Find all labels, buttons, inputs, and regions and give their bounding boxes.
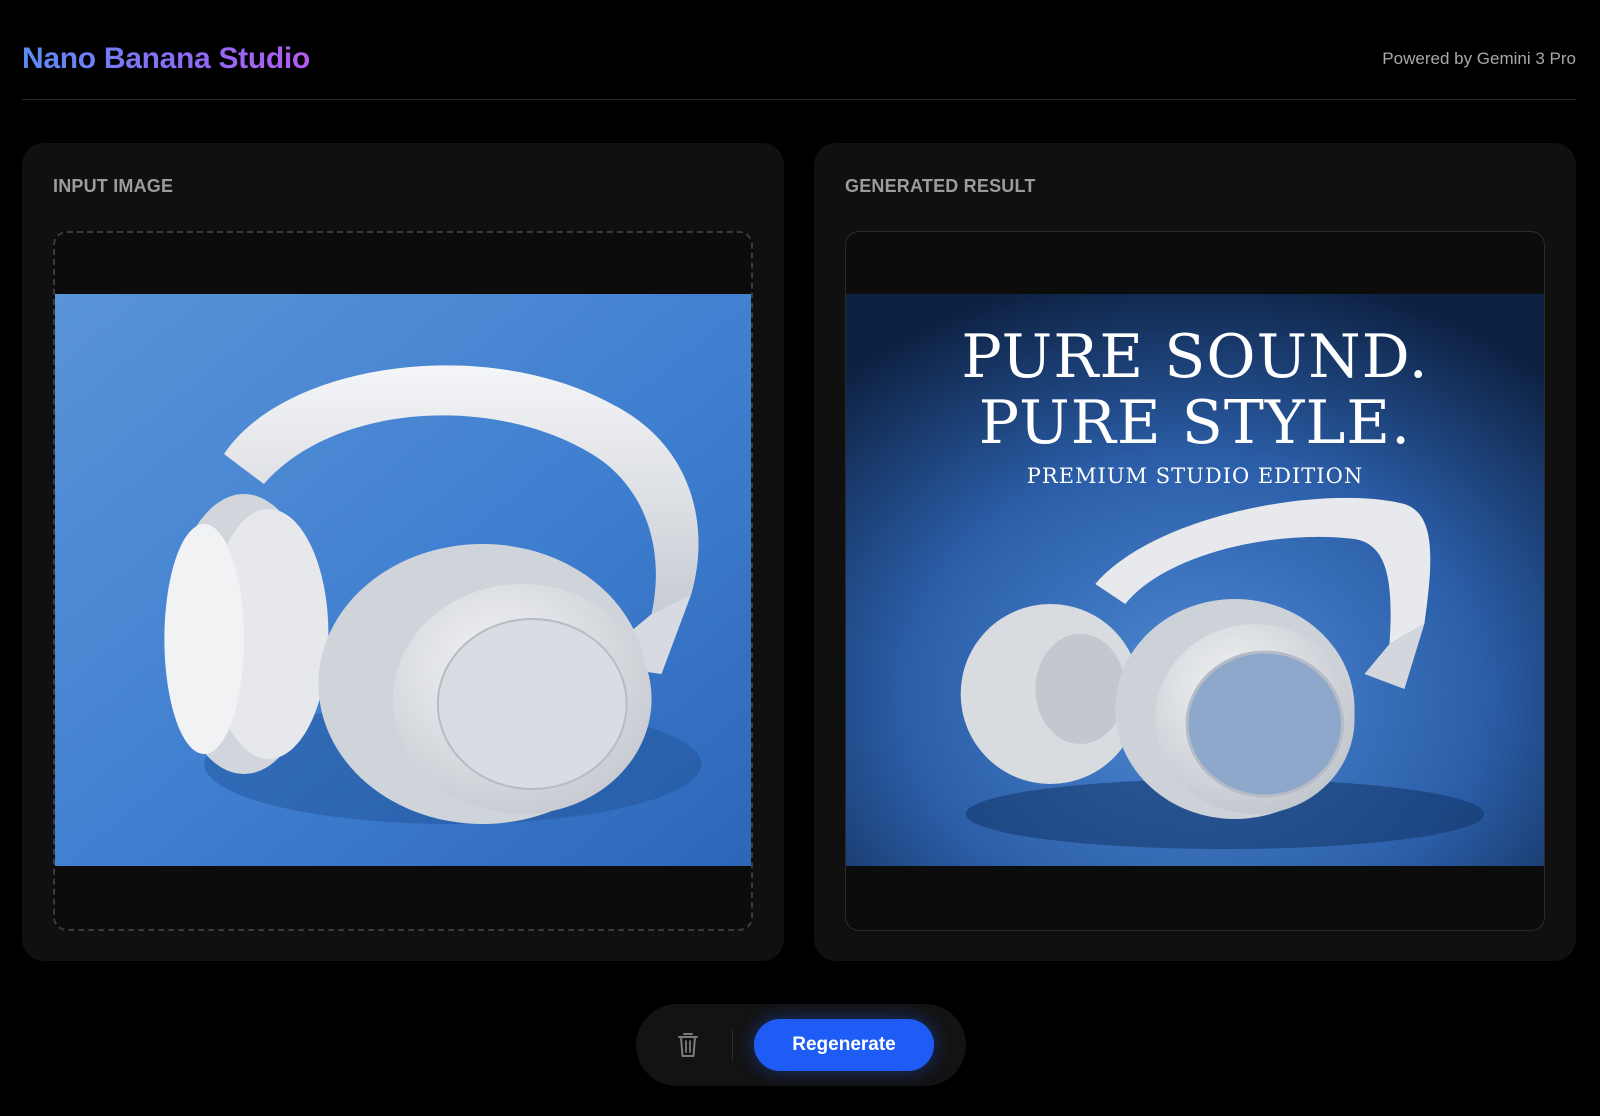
regenerate-button[interactable]: Regenerate	[754, 1019, 934, 1071]
input-panel: INPUT IMAGE	[22, 143, 784, 961]
trash-icon[interactable]	[676, 1031, 700, 1059]
input-image	[55, 294, 751, 866]
action-bar: Regenerate	[636, 1004, 966, 1086]
app-title: Nano Banana Studio	[22, 41, 310, 75]
action-divider	[732, 1030, 733, 1060]
headline-line-2: PURE STYLE.	[978, 388, 1412, 458]
top-bar: Nano Banana Studio Powered by Gemini 3 P…	[22, 0, 1576, 100]
result-image[interactable]: PURE SOUND. PURE STYLE. PREMIUM STUDIO E…	[846, 294, 1544, 866]
headphones-photo	[55, 294, 751, 866]
headline-line-1: PURE SOUND.	[961, 322, 1429, 392]
input-dropzone[interactable]	[53, 231, 753, 931]
result-panel-title: GENERATED RESULT	[845, 176, 1036, 196]
result-frame: PURE SOUND. PURE STYLE. PREMIUM STUDIO E…	[845, 231, 1545, 931]
powered-by-label: Powered by Gemini 3 Pro	[1382, 48, 1576, 68]
result-panel: GENERATED RESULT PURE SOUND. PURE STYLE.…	[814, 143, 1576, 961]
subheadline: PREMIUM STUDIO EDITION	[1026, 464, 1364, 488]
input-panel-title: INPUT IMAGE	[53, 176, 174, 196]
promo-text: PURE SOUND. PURE STYLE. PREMIUM STUDIO E…	[846, 324, 1544, 488]
